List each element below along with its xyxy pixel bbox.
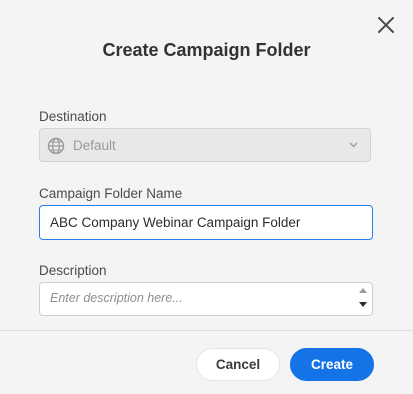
cancel-button[interactable]: Cancel xyxy=(196,348,280,381)
create-campaign-folder-dialog: Create Campaign Folder Destination Defau… xyxy=(0,0,413,394)
destination-select[interactable]: Default xyxy=(39,128,371,162)
scroll-down-icon[interactable] xyxy=(359,302,367,307)
description-textarea[interactable] xyxy=(39,282,373,316)
dialog-title: Create Campaign Folder xyxy=(102,40,311,60)
dialog-footer: Cancel Create xyxy=(0,330,413,394)
chevron-down-icon xyxy=(349,142,358,148)
folder-name-input[interactable] xyxy=(39,205,373,240)
close-icon xyxy=(378,17,394,33)
description-label: Description xyxy=(39,263,107,278)
close-button[interactable] xyxy=(375,14,397,36)
folder-name-label: Campaign Folder Name xyxy=(39,186,183,201)
scroll-up-icon[interactable] xyxy=(359,288,367,293)
destination-value: Default xyxy=(73,138,116,153)
destination-label: Destination xyxy=(39,109,107,124)
description-scroll-arrows[interactable] xyxy=(355,283,371,315)
create-button[interactable]: Create xyxy=(290,348,374,381)
globe-icon xyxy=(47,137,65,155)
